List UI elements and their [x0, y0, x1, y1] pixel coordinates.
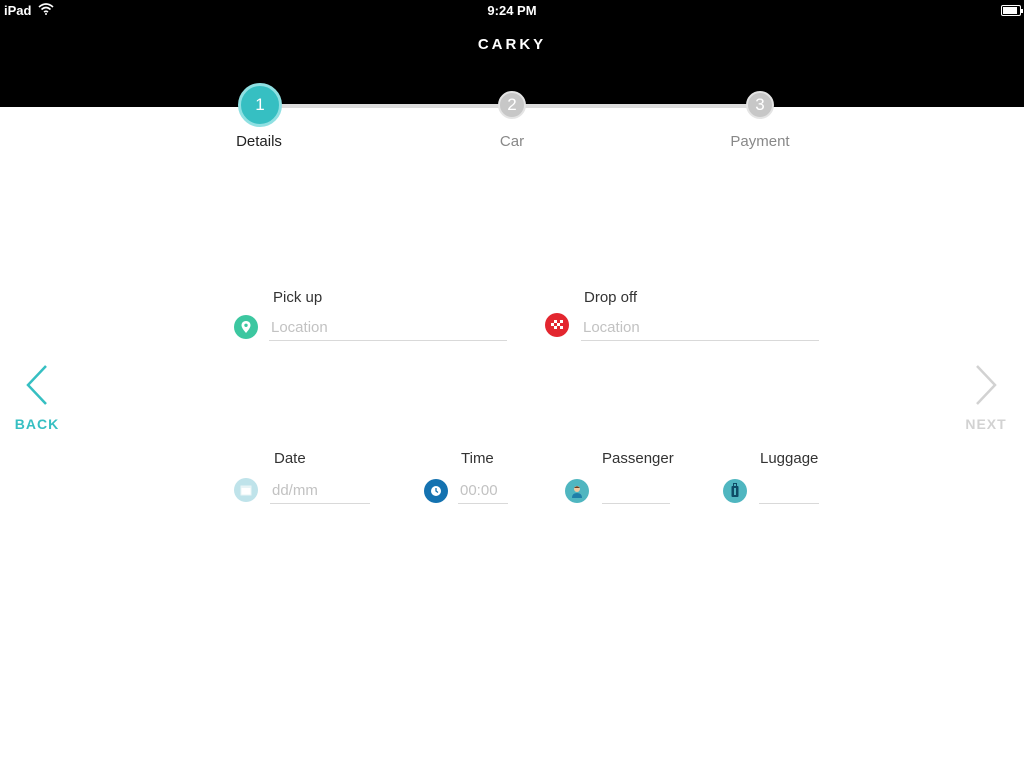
step-2-circle[interactable]: 2 — [498, 91, 526, 119]
back-button[interactable]: BACK — [9, 364, 65, 432]
date-input[interactable] — [270, 481, 370, 504]
battery-level — [1003, 7, 1018, 14]
luggage-label: Luggage — [760, 450, 819, 467]
person-icon — [565, 479, 589, 503]
status-bar: iPad 9:24 PM — [0, 0, 1024, 22]
pickup-label: Pick up — [273, 289, 323, 306]
dropoff-location-input[interactable] — [581, 318, 819, 341]
suitcase-icon — [723, 479, 747, 503]
step-3-circle[interactable]: 3 — [746, 91, 774, 119]
time-label: Time — [461, 450, 494, 467]
next-button[interactable]: NEXT — [958, 364, 1014, 432]
passenger-label: Passenger — [602, 450, 674, 467]
luggage-input[interactable] — [759, 481, 819, 504]
chevron-right-icon — [976, 365, 997, 405]
step-1-circle[interactable]: 1 — [238, 83, 282, 127]
step-2-label: Car — [499, 133, 525, 150]
app-logo: CARKY — [477, 36, 547, 53]
back-label: BACK — [14, 416, 60, 432]
chevron-left-icon — [26, 365, 47, 405]
time-input[interactable] — [458, 481, 508, 504]
status-time: 9:24 PM — [487, 3, 537, 18]
pickup-location-input[interactable] — [269, 318, 507, 341]
step-3-label: Payment — [730, 133, 790, 150]
date-label: Date — [274, 450, 306, 467]
battery-icon — [1001, 5, 1023, 16]
calendar-icon — [234, 478, 258, 502]
step-1-label: Details — [236, 133, 282, 150]
map-pin-icon — [234, 315, 258, 339]
next-label: NEXT — [965, 416, 1007, 432]
checkered-flag-icon — [545, 313, 569, 337]
clock-icon — [424, 479, 448, 503]
passenger-input[interactable] — [602, 481, 670, 504]
dropoff-label: Drop off — [584, 289, 638, 306]
